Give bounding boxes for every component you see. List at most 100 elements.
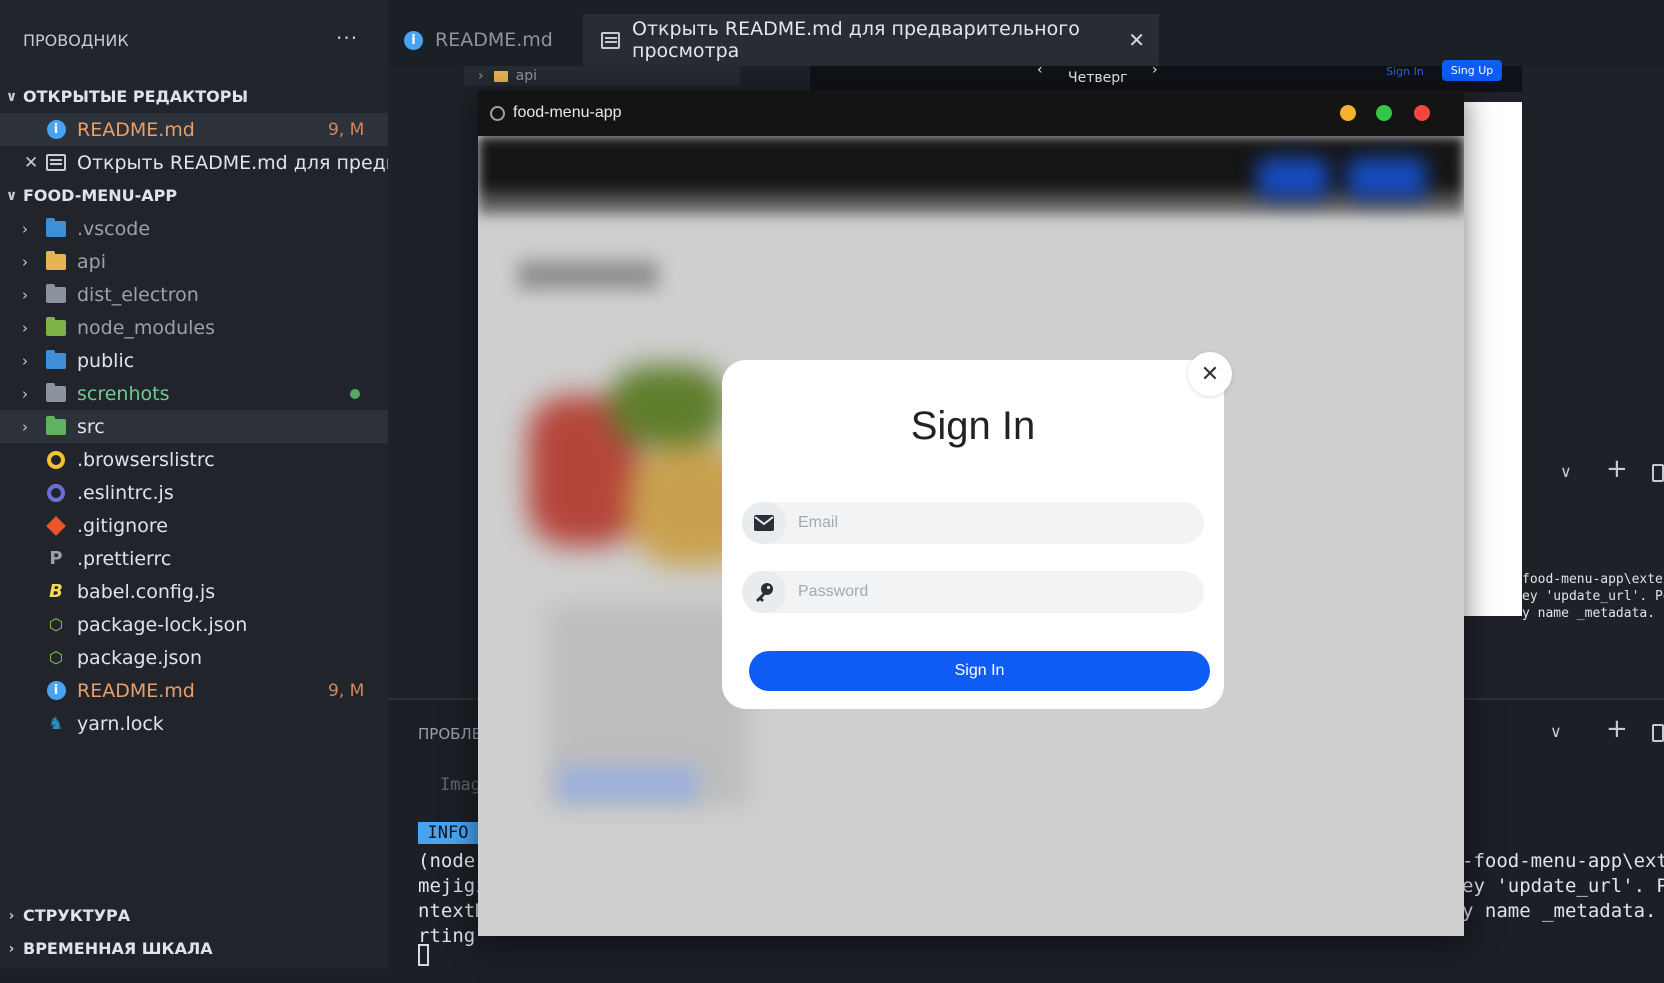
signin-button[interactable]: Sign In [749, 651, 1210, 691]
window-titlebar[interactable]: food-menu-app [478, 90, 1464, 136]
open-editors-header: ОТКРЫТЫЕ РЕДАКТОРЫ [23, 87, 249, 106]
tree-item-gitignore[interactable]: .gitignore [0, 509, 388, 542]
nodejs-icon: ⬡ [49, 615, 63, 634]
chevron-right-icon: › [22, 252, 28, 271]
tree-item-api[interactable]: › api [0, 245, 388, 278]
envelope-icon [742, 502, 786, 544]
maximize-button[interactable] [1376, 105, 1392, 121]
tab-problems[interactable]: ПРОБЛЕ [418, 725, 481, 743]
terminal-line: ey 'update_url'. P [1462, 875, 1664, 897]
tree-item-babel-config[interactable]: B babel.config.js [0, 575, 388, 608]
tree-item-readme[interactable]: i README.md 9, M [0, 674, 388, 707]
chevron-right-icon: › [22, 351, 28, 370]
tree-item-eslintrc[interactable]: .eslintrc.js [0, 476, 388, 509]
tree-item-vscode[interactable]: › .vscode [0, 212, 388, 245]
info-icon: i [404, 30, 423, 50]
preview-tree-item: › api [464, 66, 740, 86]
project-header: FOOD-MENU-APP [23, 186, 178, 205]
tree-item-label: package.json [77, 646, 203, 669]
chevron-down-icon: ∨ [5, 88, 18, 105]
yarn-icon: ♞ [48, 713, 64, 734]
tree-item-package-lock[interactable]: ⬡ package-lock.json [0, 608, 388, 641]
chevron-down-icon[interactable]: ∨ [1560, 462, 1572, 481]
email-input[interactable] [798, 514, 1178, 532]
terminal-line: y name _metadata. [1462, 900, 1664, 922]
key-icon [742, 571, 786, 613]
tree-item-label: screnhots [77, 382, 170, 405]
tree-item-browserslistrc[interactable]: .browserslistrc [0, 443, 388, 476]
chevron-down-icon: ∨ [5, 187, 18, 204]
tab-readme-preview[interactable]: Открыть README.md для предварительного п… [583, 14, 1159, 66]
background-signup-button[interactable]: Sing Up [1442, 60, 1502, 81]
info-badge: INFO [418, 822, 478, 844]
outline-header: СТРУКТУРА [23, 906, 131, 925]
info-icon: i [45, 681, 67, 701]
chevron-right-icon[interactable]: › [1152, 62, 1158, 78]
blurred-card-button [558, 766, 698, 802]
password-input[interactable] [798, 583, 1178, 601]
tree-item-label: public [77, 349, 135, 372]
split-icon[interactable] [1652, 464, 1664, 482]
chevron-left-icon[interactable]: ‹ [1037, 62, 1043, 78]
folder-icon [45, 283, 67, 305]
eslint-icon [45, 483, 67, 503]
tree-item-public[interactable]: › public [0, 344, 388, 377]
nodejs-icon: ⬡ [49, 648, 63, 667]
src-folder-icon [45, 415, 67, 437]
open-editor-readme[interactable]: i README.md 9, M [0, 113, 388, 146]
close-icon[interactable]: ✕ [24, 153, 38, 173]
tree-item-src[interactable]: › src [0, 410, 388, 443]
tree-item-label: babel.config.js [77, 580, 216, 603]
tree-item-label: .vscode [77, 217, 151, 240]
chevron-down-icon[interactable]: ∨ [1550, 722, 1562, 741]
plus-icon[interactable]: + [1606, 714, 1628, 744]
tree-item-package-json[interactable]: ⬡ package.json [0, 641, 388, 674]
close-modal-icon[interactable]: ✕ [1188, 352, 1232, 396]
chevron-right-icon: › [22, 417, 28, 436]
folder-icon [493, 70, 508, 82]
tree-item-label: src [77, 415, 105, 438]
public-folder-icon [45, 349, 67, 371]
close-icon[interactable]: ✕ [1128, 28, 1145, 52]
terminal-cursor [418, 944, 429, 966]
preview-icon [601, 31, 621, 49]
minimize-button[interactable] [1340, 105, 1356, 121]
email-field[interactable] [742, 502, 1204, 544]
split-icon[interactable] [1652, 724, 1664, 742]
password-field[interactable] [742, 571, 1204, 613]
timeline-section[interactable]: › ВРЕМЕННАЯ ШКАЛА [0, 932, 388, 965]
tree-item-label: .prettierrc [77, 547, 172, 570]
open-editor-label: Открыть README.md для предва... [77, 151, 427, 174]
background-signin-link[interactable]: Sign In [1378, 62, 1432, 80]
tree-item-label: node_modules [77, 316, 216, 339]
terminal-line: ntextM [418, 900, 487, 922]
explorer-sidebar: ПРОВОДНИК ··· ∨ ОТКРЫТЫЕ РЕДАКТОРЫ i REA… [0, 0, 427, 983]
vscode-folder-icon [45, 217, 67, 239]
plus-icon[interactable]: + [1606, 454, 1628, 484]
outline-section[interactable]: › СТРУКТУРА [0, 899, 388, 932]
chevron-right-icon: › [22, 384, 28, 403]
git-icon [45, 515, 67, 536]
blurred-heading [518, 261, 658, 289]
tab-readme[interactable]: i README.md [404, 14, 553, 66]
terminal-line: (node: [418, 850, 487, 872]
tree-item-yarn-lock[interactable]: ♞ yarn.lock [0, 707, 388, 740]
bottom-sections: › СТРУКТУРА › ВРЕМЕННАЯ ШКАЛА [0, 899, 388, 965]
more-actions-icon[interactable]: ··· [336, 26, 358, 50]
tree-item-node-modules[interactable]: › node_modules [0, 311, 388, 344]
tree-item-dist-electron[interactable]: › dist_electron [0, 278, 388, 311]
untracked-dot [350, 388, 360, 399]
project-section[interactable]: ∨ FOOD-MENU-APP [0, 179, 388, 212]
tree-item-prettierrc[interactable]: P .prettierrc [0, 542, 388, 575]
tree-item-label: api [77, 250, 106, 273]
chevron-right-icon: › [8, 940, 15, 957]
close-window-button[interactable] [1414, 105, 1430, 121]
folder-icon [45, 382, 67, 404]
tab-label: Открыть README.md для предварительного п… [632, 18, 1080, 62]
babel-icon: B [49, 581, 63, 602]
open-editors-section[interactable]: ∨ ОТКРЫТЫЕ РЕДАКТОРЫ [0, 80, 388, 113]
open-editor-preview[interactable]: ✕ Открыть README.md для предва... [0, 146, 427, 179]
signin-modal: Sign In Sign In [722, 360, 1224, 709]
tree-item-screnhots[interactable]: › screnhots [0, 377, 388, 410]
terminal-toolbar-upper: ∨ + [1522, 454, 1664, 488]
